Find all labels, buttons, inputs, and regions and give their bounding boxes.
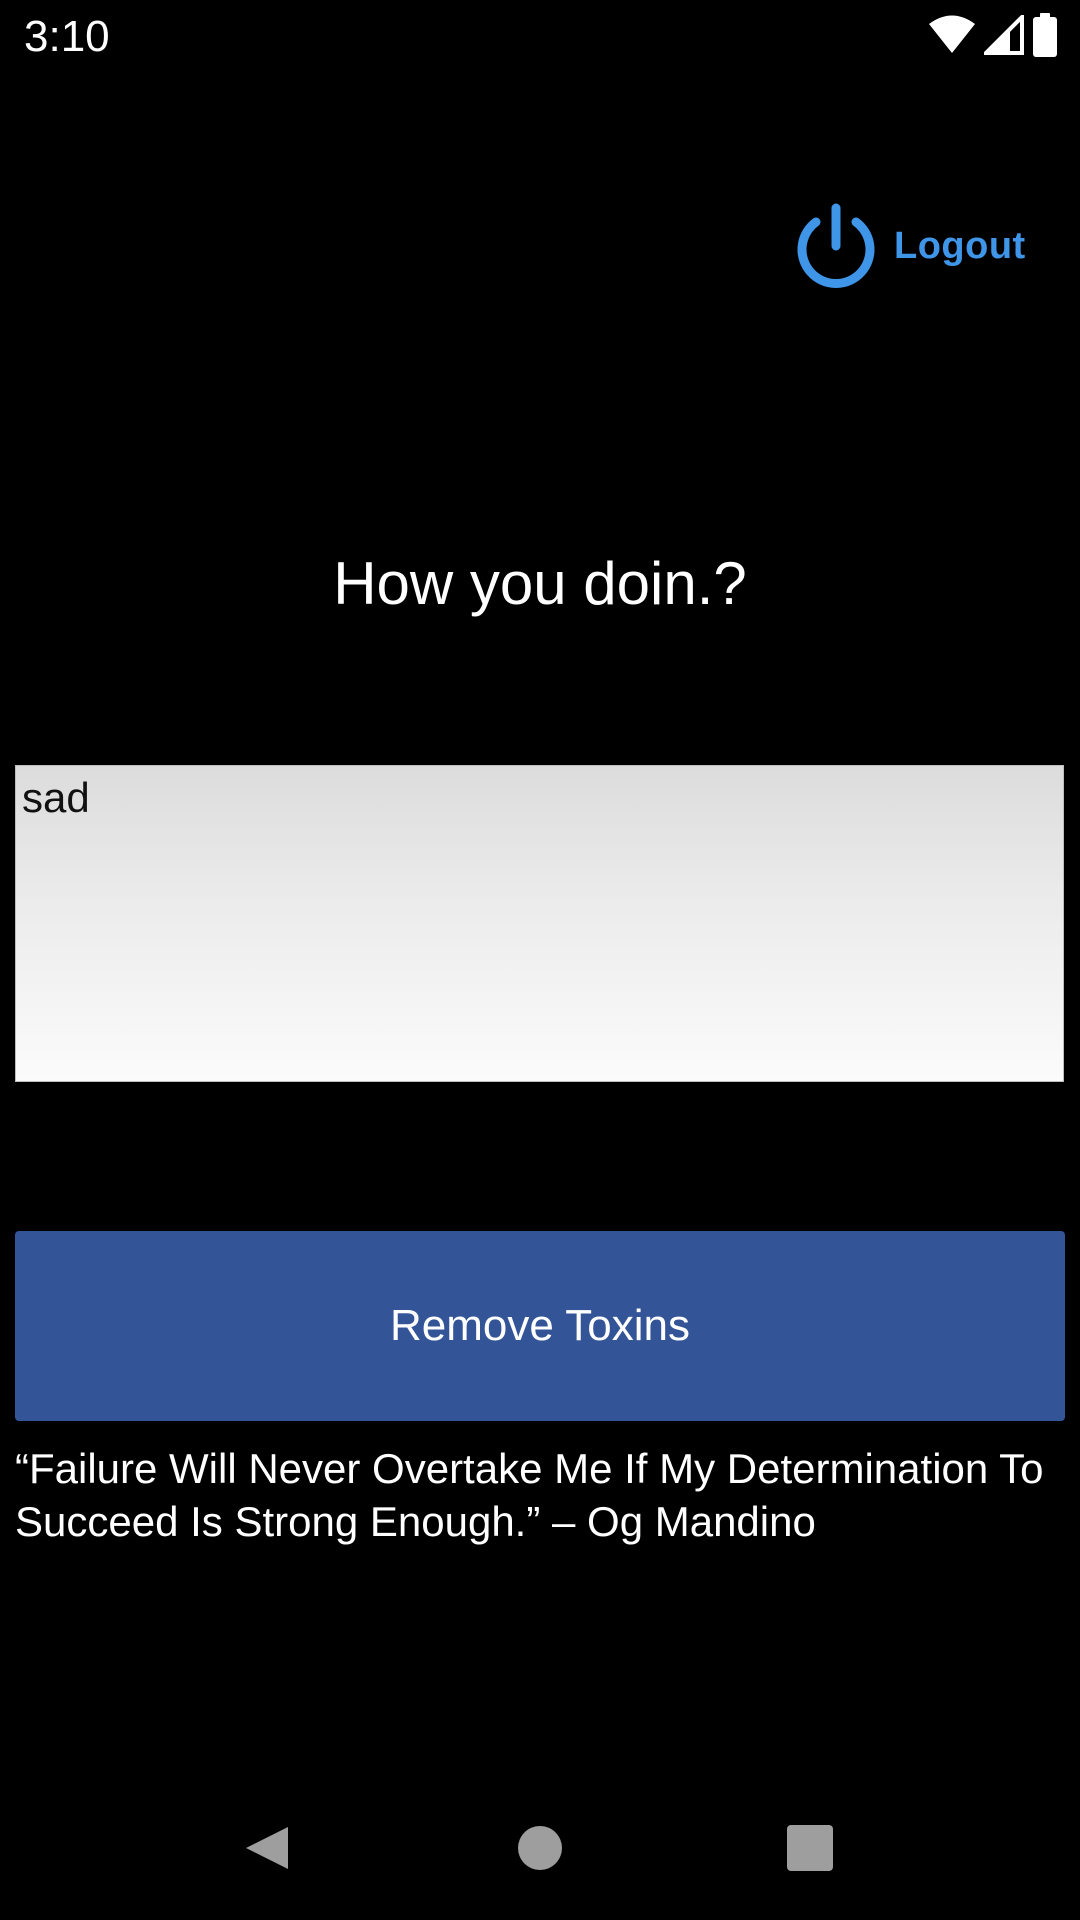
power-icon bbox=[792, 200, 880, 293]
back-button[interactable] bbox=[207, 1800, 327, 1900]
logout-button[interactable]: Logout bbox=[792, 200, 1026, 292]
greeting-title: How you doin.? bbox=[333, 550, 747, 617]
quote-text: “Failure Will Never Overtake Me If My De… bbox=[15, 1445, 1044, 1545]
status-icons bbox=[928, 11, 1058, 62]
home-button[interactable] bbox=[480, 1800, 600, 1900]
logout-label: Logout bbox=[894, 224, 1026, 267]
cellular-signal-icon bbox=[981, 11, 1024, 60]
battery-icon bbox=[1032, 12, 1058, 62]
recents-icon bbox=[786, 1824, 834, 1877]
navigation-bar bbox=[0, 1800, 1080, 1920]
home-icon bbox=[516, 1824, 564, 1877]
status-bar: 3:10 bbox=[0, 0, 1080, 74]
recents-button[interactable] bbox=[750, 1800, 870, 1900]
back-icon bbox=[242, 1823, 292, 1878]
wifi-icon bbox=[928, 15, 976, 60]
status-time: 3:10 bbox=[24, 12, 110, 61]
mood-input[interactable]: sad bbox=[15, 765, 1064, 1082]
remove-toxins-button[interactable]: Remove Toxins bbox=[15, 1231, 1065, 1421]
